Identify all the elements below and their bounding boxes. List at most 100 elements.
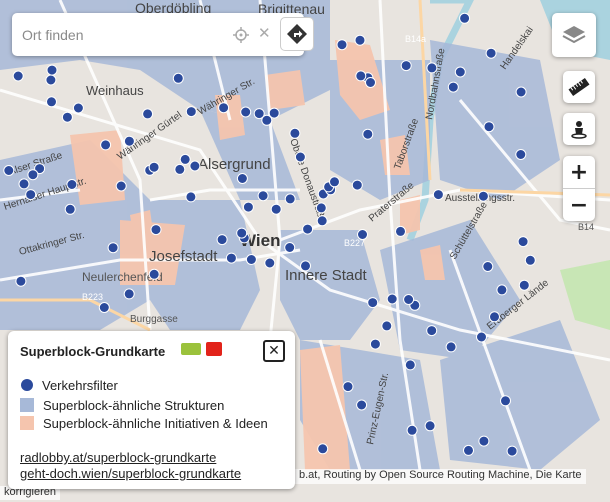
traffic-filter-marker[interactable] bbox=[264, 257, 276, 269]
traffic-filter-marker[interactable] bbox=[406, 424, 418, 436]
traffic-filter-marker[interactable] bbox=[524, 254, 536, 266]
traffic-filter-marker[interactable] bbox=[185, 191, 197, 203]
traffic-filter-marker[interactable] bbox=[357, 229, 368, 240]
traffic-filter-marker[interactable] bbox=[515, 86, 527, 98]
traffic-filter-marker[interactable] bbox=[174, 163, 186, 175]
traffic-filter-marker[interactable] bbox=[489, 311, 500, 323]
traffic-filter-marker[interactable] bbox=[445, 341, 457, 353]
traffic-filter-marker[interactable] bbox=[294, 151, 306, 163]
traffic-filter-marker[interactable] bbox=[477, 190, 489, 202]
traffic-filter-marker[interactable] bbox=[485, 47, 497, 59]
streetview-button[interactable] bbox=[563, 113, 595, 145]
traffic-filter-marker[interactable] bbox=[284, 242, 296, 253]
traffic-filter-marker[interactable] bbox=[336, 39, 348, 51]
crosshair-icon[interactable] bbox=[232, 26, 250, 44]
traffic-filter-marker[interactable] bbox=[148, 161, 160, 173]
traffic-filter-marker[interactable] bbox=[386, 293, 398, 305]
traffic-filter-marker[interactable] bbox=[61, 111, 73, 123]
traffic-filter-marker[interactable] bbox=[284, 193, 296, 205]
traffic-filter-marker[interactable] bbox=[179, 153, 191, 165]
traffic-filter-marker[interactable] bbox=[424, 420, 436, 432]
traffic-filter-marker[interactable] bbox=[150, 224, 162, 236]
traffic-filter-marker[interactable] bbox=[123, 135, 135, 147]
measure-button[interactable] bbox=[563, 71, 595, 103]
traffic-filter-marker[interactable] bbox=[18, 178, 30, 190]
traffic-filter-marker[interactable] bbox=[482, 261, 494, 272]
traffic-filter-marker[interactable] bbox=[216, 234, 228, 246]
traffic-filter-marker[interactable] bbox=[403, 294, 415, 305]
traffic-filter-marker[interactable] bbox=[300, 260, 311, 272]
traffic-filter-marker[interactable] bbox=[257, 190, 269, 202]
traffic-filter-marker[interactable] bbox=[107, 242, 119, 254]
traffic-filter-marker[interactable] bbox=[496, 284, 508, 296]
traffic-filter-marker[interactable] bbox=[316, 215, 328, 227]
traffic-filter-marker[interactable] bbox=[367, 297, 379, 309]
traffic-filter-marker[interactable] bbox=[342, 381, 354, 393]
traffic-filter-marker[interactable] bbox=[381, 320, 393, 332]
close-legend-button[interactable]: ✕ bbox=[263, 340, 285, 362]
traffic-filter-marker[interactable] bbox=[25, 189, 37, 201]
traffic-filter-marker[interactable] bbox=[500, 395, 511, 407]
traffic-filter-marker[interactable] bbox=[426, 62, 438, 74]
traffic-filter-marker[interactable] bbox=[100, 139, 112, 151]
traffic-filter-marker[interactable] bbox=[115, 180, 127, 192]
traffic-filter-marker[interactable] bbox=[261, 114, 273, 126]
traffic-filter-marker[interactable] bbox=[236, 227, 248, 239]
layers-button[interactable] bbox=[552, 13, 596, 57]
traffic-filter-marker[interactable] bbox=[354, 34, 366, 46]
traffic-filter-marker[interactable] bbox=[463, 444, 474, 456]
traffic-filter-marker[interactable] bbox=[506, 445, 518, 457]
traffic-filter-marker[interactable] bbox=[329, 176, 340, 188]
traffic-filter-marker[interactable] bbox=[242, 201, 254, 213]
traffic-filter-marker[interactable] bbox=[142, 108, 154, 120]
traffic-filter-marker[interactable] bbox=[447, 81, 459, 93]
traffic-filter-marker[interactable] bbox=[46, 96, 57, 108]
traffic-filter-marker[interactable] bbox=[72, 102, 84, 114]
traffic-filter-marker[interactable] bbox=[400, 60, 412, 72]
traffic-filter-marker[interactable] bbox=[225, 252, 237, 264]
traffic-filter-marker[interactable] bbox=[189, 160, 201, 172]
traffic-filter-marker[interactable] bbox=[478, 435, 490, 447]
traffic-filter-marker[interactable] bbox=[12, 70, 24, 82]
traffic-filter-marker[interactable] bbox=[270, 203, 282, 215]
traffic-filter-marker[interactable] bbox=[454, 66, 466, 78]
traffic-filter-marker[interactable] bbox=[15, 275, 27, 287]
traffic-filter-marker[interactable] bbox=[432, 189, 444, 201]
radlobby-link[interactable]: radlobby.at/superblock-grundkarte bbox=[20, 450, 216, 465]
traffic-filter-marker[interactable] bbox=[66, 179, 78, 190]
traffic-filter-marker[interactable] bbox=[3, 165, 15, 176]
traffic-filter-marker[interactable] bbox=[515, 149, 527, 160]
traffic-filter-marker[interactable] bbox=[362, 128, 374, 140]
traffic-filter-marker[interactable] bbox=[245, 254, 257, 265]
traffic-filter-marker[interactable] bbox=[518, 279, 530, 291]
traffic-filter-marker[interactable] bbox=[240, 106, 252, 118]
traffic-filter-marker[interactable] bbox=[185, 106, 197, 118]
traffic-filter-marker[interactable] bbox=[356, 399, 368, 411]
traffic-filter-marker[interactable] bbox=[289, 127, 301, 139]
traffic-filter-marker[interactable] bbox=[218, 102, 230, 114]
traffic-filter-marker[interactable] bbox=[98, 302, 110, 313]
traffic-filter-marker[interactable] bbox=[459, 12, 471, 24]
traffic-filter-marker[interactable] bbox=[302, 223, 314, 235]
traffic-filter-marker[interactable] bbox=[355, 70, 367, 82]
traffic-filter-marker[interactable] bbox=[46, 64, 58, 76]
traffic-filter-marker[interactable] bbox=[45, 74, 57, 86]
traffic-filter-marker[interactable] bbox=[123, 288, 135, 300]
zoom-in-button[interactable]: + bbox=[563, 156, 595, 189]
traffic-filter-marker[interactable] bbox=[148, 268, 160, 280]
traffic-filter-marker[interactable] bbox=[365, 77, 376, 88]
traffic-filter-marker[interactable] bbox=[317, 443, 329, 455]
traffic-filter-marker[interactable] bbox=[27, 169, 39, 181]
traffic-filter-marker[interactable] bbox=[426, 325, 438, 337]
traffic-filter-marker[interactable] bbox=[172, 72, 184, 84]
traffic-filter-marker[interactable] bbox=[351, 179, 363, 191]
zoom-out-button[interactable]: − bbox=[563, 189, 595, 221]
close-icon[interactable]: ✕ bbox=[258, 24, 271, 42]
traffic-filter-marker[interactable] bbox=[483, 121, 495, 133]
traffic-filter-marker[interactable] bbox=[369, 338, 381, 350]
traffic-filter-marker[interactable] bbox=[64, 203, 76, 215]
traffic-filter-marker[interactable] bbox=[404, 359, 416, 371]
geht-doch-link[interactable]: geht-doch.wien/superblock-grundkarte bbox=[20, 466, 241, 481]
traffic-filter-marker[interactable] bbox=[236, 173, 248, 184]
traffic-filter-marker[interactable] bbox=[315, 202, 327, 214]
